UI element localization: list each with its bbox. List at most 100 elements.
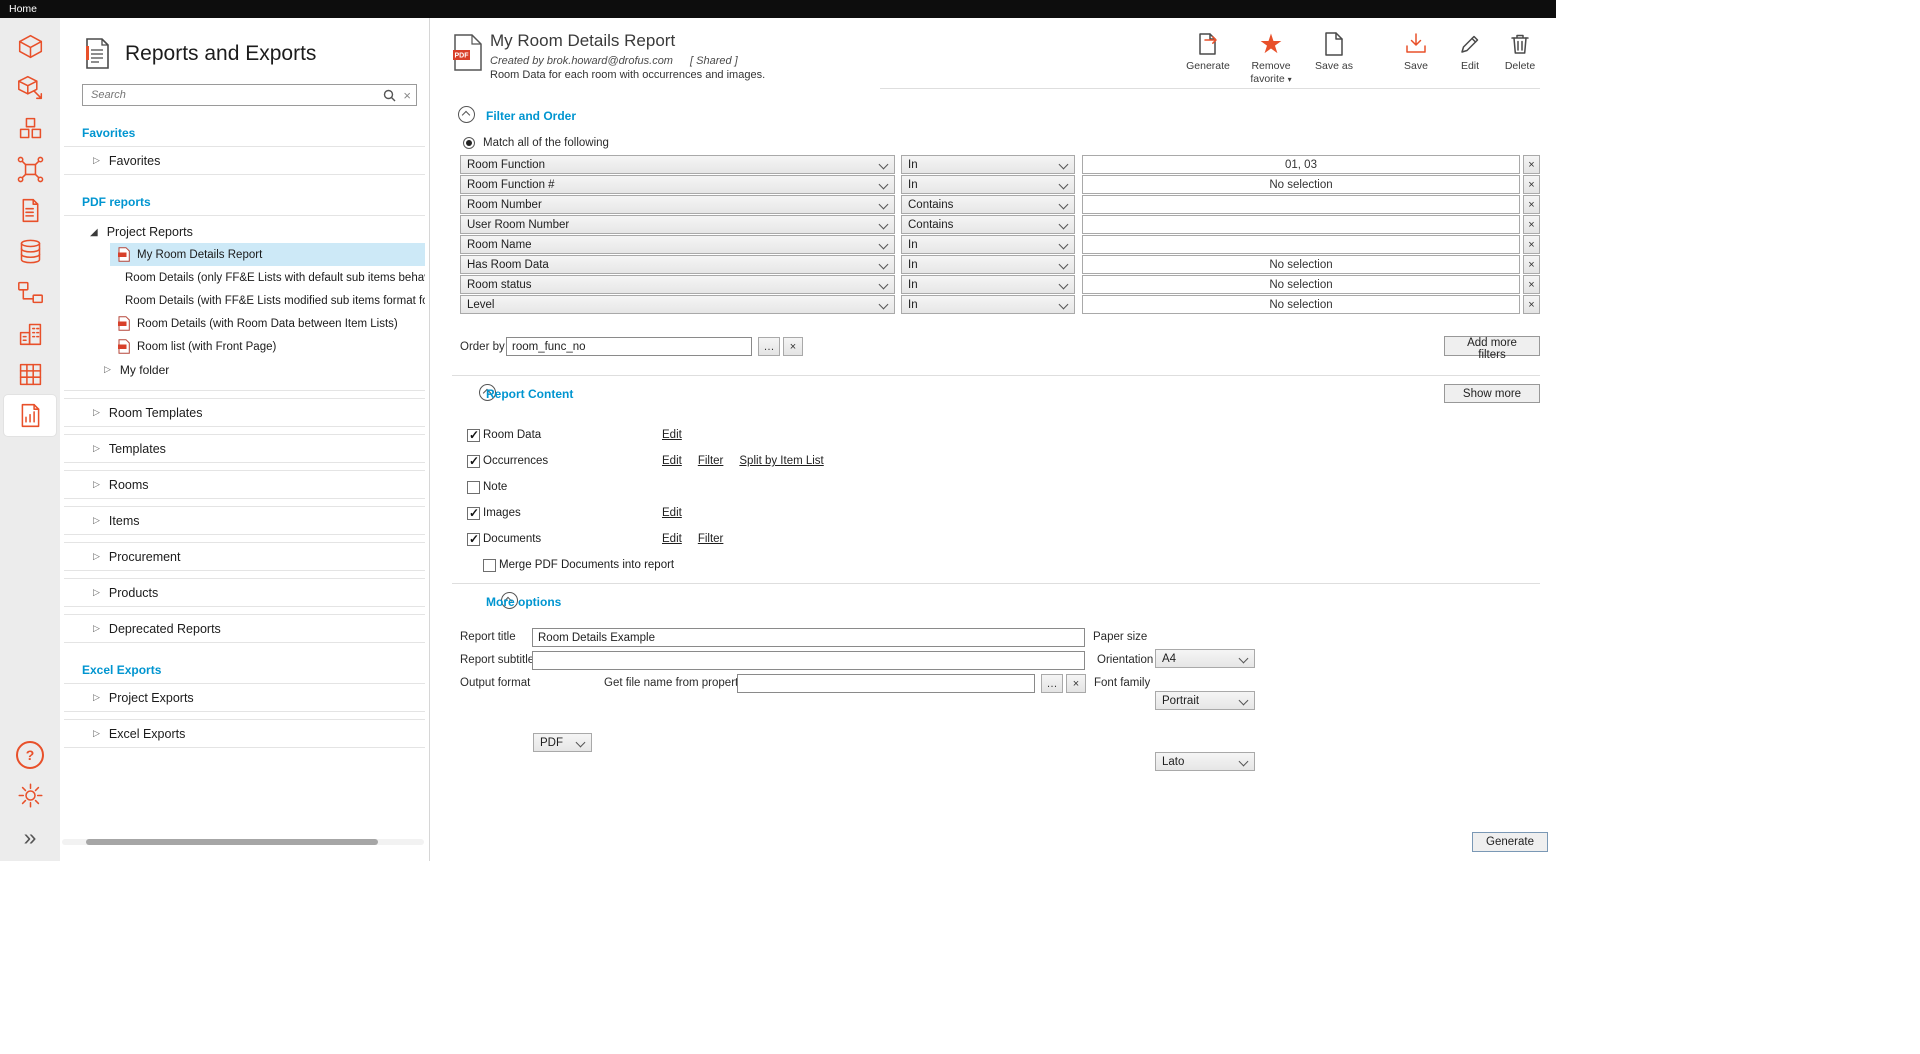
iconbar-item-room-templates[interactable] <box>4 67 56 108</box>
orientation-select[interactable]: Portrait <box>1155 691 1255 710</box>
remove-filter-button[interactable]: × <box>1523 175 1540 194</box>
filter-field-select[interactable]: Room status <box>460 275 895 294</box>
file-name-browse-button[interactable]: … <box>1041 674 1063 693</box>
filter-value-field[interactable]: No selection <box>1082 175 1520 194</box>
filter-value-field[interactable]: 01, 03 <box>1082 155 1520 174</box>
filter-operator-select[interactable]: In <box>901 295 1075 314</box>
match-all-radio[interactable] <box>463 137 475 149</box>
filter-operator-select[interactable]: Contains <box>901 215 1075 234</box>
remove-filter-button[interactable]: × <box>1523 195 1540 214</box>
sidebar-item-procurement[interactable]: ▷ Procurement <box>64 542 425 571</box>
remove-filter-button[interactable]: × <box>1523 275 1540 294</box>
room-data-checkbox[interactable] <box>467 429 480 442</box>
edit-link[interactable]: Edit <box>662 533 682 545</box>
chevron-collapsed-icon[interactable]: ▷ <box>93 623 100 634</box>
show-more-button[interactable]: Show more <box>1444 384 1540 403</box>
occurrences-checkbox[interactable] <box>467 455 480 468</box>
generate-button[interactable]: Generate <box>1472 832 1548 852</box>
save-as-button[interactable]: Save as <box>1310 30 1358 73</box>
iconbar-item-logistics[interactable] <box>4 272 56 313</box>
chevron-collapsed-icon[interactable]: ▷ <box>93 479 100 490</box>
font-family-select[interactable]: Lato <box>1155 752 1255 771</box>
iconbar-item-expand[interactable]: » <box>4 816 56 857</box>
clear-file-name-button[interactable]: × <box>1066 674 1086 693</box>
split-by-item-list-link[interactable]: Split by Item List <box>739 455 823 467</box>
sidebar-item-project-exports[interactable]: ▷ Project Exports <box>64 683 425 712</box>
edit-link[interactable]: Edit <box>662 429 682 441</box>
filter-field-select[interactable]: Room Number <box>460 195 895 214</box>
filter-operator-select[interactable]: In <box>901 255 1075 274</box>
merge-pdf-checkbox[interactable] <box>483 559 496 572</box>
documents-checkbox[interactable] <box>467 533 480 546</box>
iconbar-item-help[interactable]: ? <box>4 734 56 775</box>
content-section-title[interactable]: Report Content <box>486 387 573 401</box>
filter-field-select[interactable]: Has Room Data <box>460 255 895 274</box>
filter-operator-select[interactable]: In <box>901 175 1075 194</box>
report-list-item[interactable]: My Room Details Report <box>110 243 425 266</box>
filter-link[interactable]: Filter <box>698 455 724 467</box>
clear-search-icon[interactable]: × <box>403 88 411 103</box>
iconbar-item-products[interactable] <box>4 149 56 190</box>
sidebar-item-items[interactable]: ▷ Items <box>64 506 425 535</box>
edit-button[interactable]: Edit <box>1452 30 1488 73</box>
chevron-collapsed-icon[interactable]: ▷ <box>93 155 100 166</box>
filter-field-select[interactable]: Room Function <box>460 155 895 174</box>
filter-operator-select[interactable]: In <box>901 275 1075 294</box>
filter-value-field[interactable] <box>1082 235 1520 254</box>
chevron-collapsed-icon[interactable]: ▷ <box>93 515 100 526</box>
filter-field-select[interactable]: Level <box>460 295 895 314</box>
iconbar-item-rooms[interactable] <box>4 26 56 67</box>
report-subtitle-input[interactable] <box>532 651 1085 670</box>
chevron-collapsed-icon[interactable]: ▷ <box>104 364 111 375</box>
delete-button[interactable]: Delete <box>1500 30 1540 73</box>
remove-filter-button[interactable]: × <box>1523 155 1540 174</box>
iconbar-item-organization[interactable] <box>4 313 56 354</box>
images-checkbox[interactable] <box>467 507 480 520</box>
filter-field-select[interactable]: Room Function # <box>460 175 895 194</box>
chevron-collapsed-icon[interactable]: ▷ <box>93 551 100 562</box>
remove-filter-button[interactable]: × <box>1523 215 1540 234</box>
remove-filter-button[interactable]: × <box>1523 295 1540 314</box>
sidebar-item-room-templates[interactable]: ▷ Room Templates <box>64 398 425 427</box>
sidebar-item-products[interactable]: ▷ Products <box>64 578 425 607</box>
iconbar-item-documents[interactable] <box>4 190 56 231</box>
generate-report-button[interactable]: Generate <box>1184 30 1232 73</box>
edit-link[interactable]: Edit <box>662 455 682 467</box>
report-list-item[interactable]: Room Details (only FF&E Lists with defau… <box>110 266 425 289</box>
clear-order-by-button[interactable]: × <box>783 337 803 356</box>
add-more-filters-button[interactable]: Add more filters <box>1444 336 1540 356</box>
filter-value-field[interactable]: No selection <box>1082 255 1520 274</box>
scrollbar-thumb[interactable] <box>86 839 378 845</box>
filter-link[interactable]: Filter <box>698 533 724 545</box>
filter-value-field[interactable]: No selection <box>1082 295 1520 314</box>
sidebar-item-excel-exports[interactable]: ▷ Excel Exports <box>64 719 425 748</box>
filter-operator-select[interactable]: Contains <box>901 195 1075 214</box>
iconbar-item-classification[interactable] <box>4 354 56 395</box>
chevron-collapsed-icon[interactable]: ▷ <box>93 587 100 598</box>
sidebar-item-deprecated-reports[interactable]: ▷ Deprecated Reports <box>64 614 425 643</box>
tree-node-project-reports[interactable]: ◢ Project Reports <box>64 221 425 243</box>
filter-value-field[interactable] <box>1082 215 1520 234</box>
chevron-collapsed-icon[interactable]: ▷ <box>93 443 100 454</box>
sidebar-item-rooms[interactable]: ▷ Rooms <box>64 470 425 499</box>
collapse-filter-section-button[interactable] <box>458 106 475 123</box>
sidebar-item-favorites[interactable]: ▷ Favorites <box>64 146 425 175</box>
tree-node-my-folder[interactable]: ▷ My folder <box>104 358 425 381</box>
filter-section-title[interactable]: Filter and Order <box>486 109 576 123</box>
filter-field-select[interactable]: Room Name <box>460 235 895 254</box>
edit-link[interactable]: Edit <box>662 507 682 519</box>
chevron-collapsed-icon[interactable]: ▷ <box>93 692 100 703</box>
iconbar-item-items[interactable] <box>4 108 56 149</box>
file-name-property-input[interactable] <box>737 674 1035 693</box>
chevron-collapsed-icon[interactable]: ▷ <box>93 407 100 418</box>
note-checkbox[interactable] <box>467 481 480 494</box>
order-by-browse-button[interactable]: … <box>758 337 780 356</box>
chevron-expanded-icon[interactable]: ◢ <box>90 227 98 238</box>
chevron-collapsed-icon[interactable]: ▷ <box>93 728 100 739</box>
options-section-title[interactable]: More options <box>486 595 561 609</box>
output-format-select[interactable]: PDF <box>533 733 592 752</box>
filter-field-select[interactable]: User Room Number <box>460 215 895 234</box>
report-list-item[interactable]: Room Details (with Room Data between Ite… <box>110 312 425 335</box>
remove-filter-button[interactable]: × <box>1523 235 1540 254</box>
save-button[interactable]: Save <box>1392 30 1440 73</box>
